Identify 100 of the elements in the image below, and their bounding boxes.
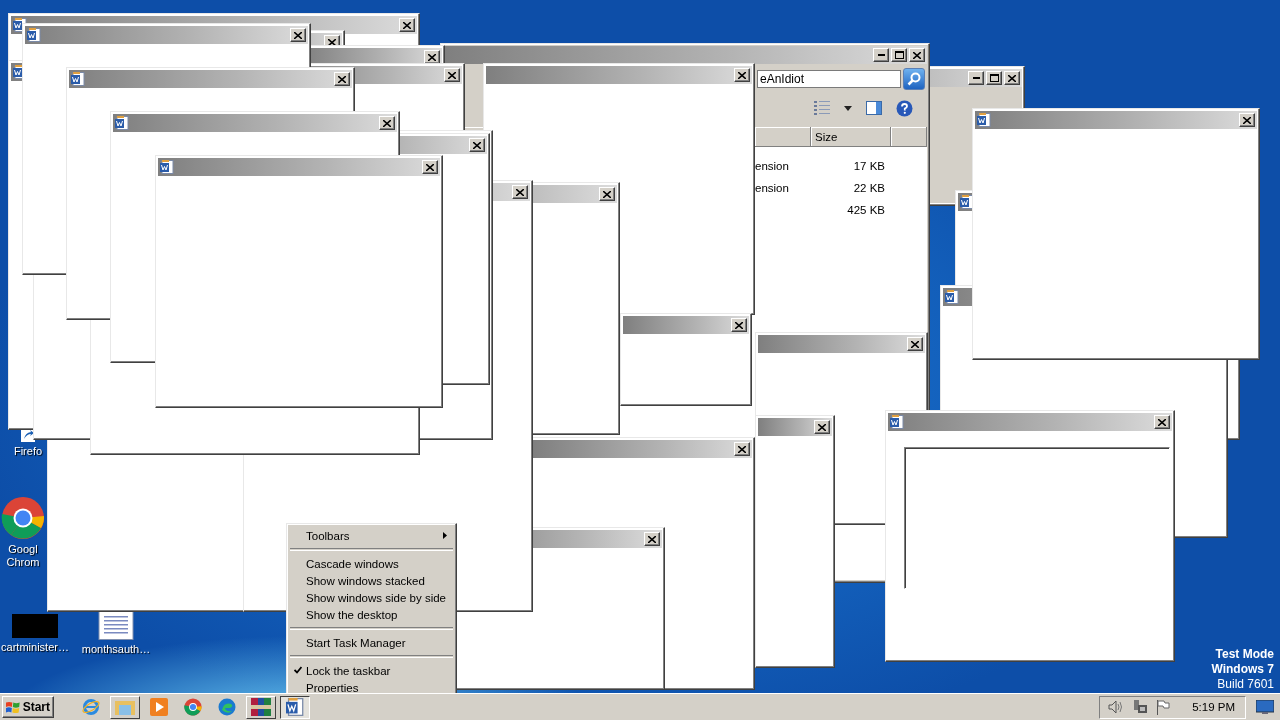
close-button[interactable] [379,116,395,130]
close-icon [738,445,746,453]
clock-time[interactable]: 5:19 PM [1192,701,1235,713]
close-button[interactable] [1239,113,1255,127]
close-button[interactable] [334,72,350,86]
list-view-icon [814,101,830,115]
table-cell-text: ension [755,182,790,194]
close-button[interactable] [734,442,750,456]
close-button[interactable] [1154,415,1170,429]
search-icon [907,72,921,86]
desktop-icon-label[interactable]: Firefo [13,445,43,458]
close-icon [735,321,743,329]
media-player-icon [150,698,168,716]
close-icon [516,188,524,196]
caret-icon [844,105,852,111]
close-icon [328,38,336,46]
document-icon [71,72,85,86]
pane-icon [866,101,882,115]
close-button[interactable] [444,68,460,82]
table-cell-text: 425 KB [846,204,886,216]
close-icon [603,190,611,198]
maximize-button[interactable] [891,48,907,62]
preview-pane-button[interactable] [866,101,882,115]
help-icon [896,99,913,117]
close-icon [473,141,481,149]
desktop-icon-label[interactable]: Googl Chrom [6,543,40,569]
close-icon [913,51,921,59]
network-icon [1132,699,1149,715]
close-icon [383,119,391,127]
chrome-icon [184,698,202,716]
search-field[interactable]: eAnIdiot [757,70,901,88]
help-button[interactable] [896,99,913,117]
desktop-icon-label[interactable]: monthsauth… [81,643,151,656]
search-button[interactable] [903,68,925,90]
minimize-button[interactable] [968,71,984,85]
close-icon [426,163,434,171]
minimize-button[interactable] [873,48,889,62]
speaker-icon [1108,700,1125,714]
close-icon [428,53,436,61]
watermark-text: Windows 7 [1211,662,1274,677]
close-button[interactable] [422,160,438,174]
document-icon [115,116,129,130]
close-button[interactable] [469,138,485,152]
close-button[interactable] [814,420,830,434]
books-icon [251,698,271,716]
menu-item[interactable]: Show windows stacked [289,572,454,589]
minimize-icon [877,54,885,56]
show-desktop-icon[interactable] [1256,700,1274,714]
close-icon [448,71,456,79]
close-button[interactable] [731,318,747,332]
menu-item[interactable]: Show the desktop [289,606,454,623]
document-icon [27,28,41,42]
close-icon [648,535,656,543]
start-button[interactable]: Start [2,696,54,718]
menu-item[interactable]: Start Task Manager [289,634,454,651]
desktop-icon-label[interactable]: cartminister… [1,641,69,654]
close-icon [1158,418,1166,426]
file-thumbnail [12,614,58,638]
menu-item[interactable]: Lock the taskbar [289,662,454,679]
menu-item[interactable]: Show windows side by side [289,589,454,606]
close-button[interactable] [399,18,415,32]
close-button[interactable] [290,28,306,42]
windows-flag-icon [6,700,20,714]
checkmark-icon [294,666,302,674]
close-button[interactable] [424,50,440,64]
menu-item[interactable]: Toolbars [289,527,454,544]
table-cell-text: 22 KB [852,182,886,194]
close-button[interactable] [512,185,528,199]
view-menu-button[interactable] [844,105,852,111]
submenu-arrow-icon [443,532,447,539]
ie-icon [82,698,100,716]
close-button[interactable] [1004,71,1020,85]
watermark-text: Build 7601 [1217,677,1274,692]
document-icon [890,415,904,429]
document-icon [977,113,991,127]
close-button[interactable] [644,532,660,546]
column-header[interactable]: Size [811,127,891,147]
maximize-button[interactable] [986,71,1002,85]
close-icon [818,423,826,431]
menu-item[interactable]: Properties [289,679,454,693]
close-icon [338,75,346,83]
close-icon [1008,74,1016,82]
close-icon [1243,116,1251,124]
close-button[interactable] [599,187,615,201]
close-button[interactable] [909,48,925,62]
minimize-icon [972,77,980,79]
close-button[interactable] [734,68,750,82]
close-button[interactable] [907,337,923,351]
menu-item[interactable]: Cascade windows [289,555,454,572]
column-header[interactable] [755,127,811,147]
folder-icon [115,699,135,715]
column-header[interactable] [891,127,927,147]
chrome-icon [1,496,45,540]
view-button[interactable] [814,101,830,115]
close-icon [294,31,302,39]
maximize-icon [894,51,904,59]
close-icon [911,340,919,348]
watermark-text: Test Mode [1215,647,1274,662]
document-icon [286,698,304,716]
document-icon [945,290,959,304]
